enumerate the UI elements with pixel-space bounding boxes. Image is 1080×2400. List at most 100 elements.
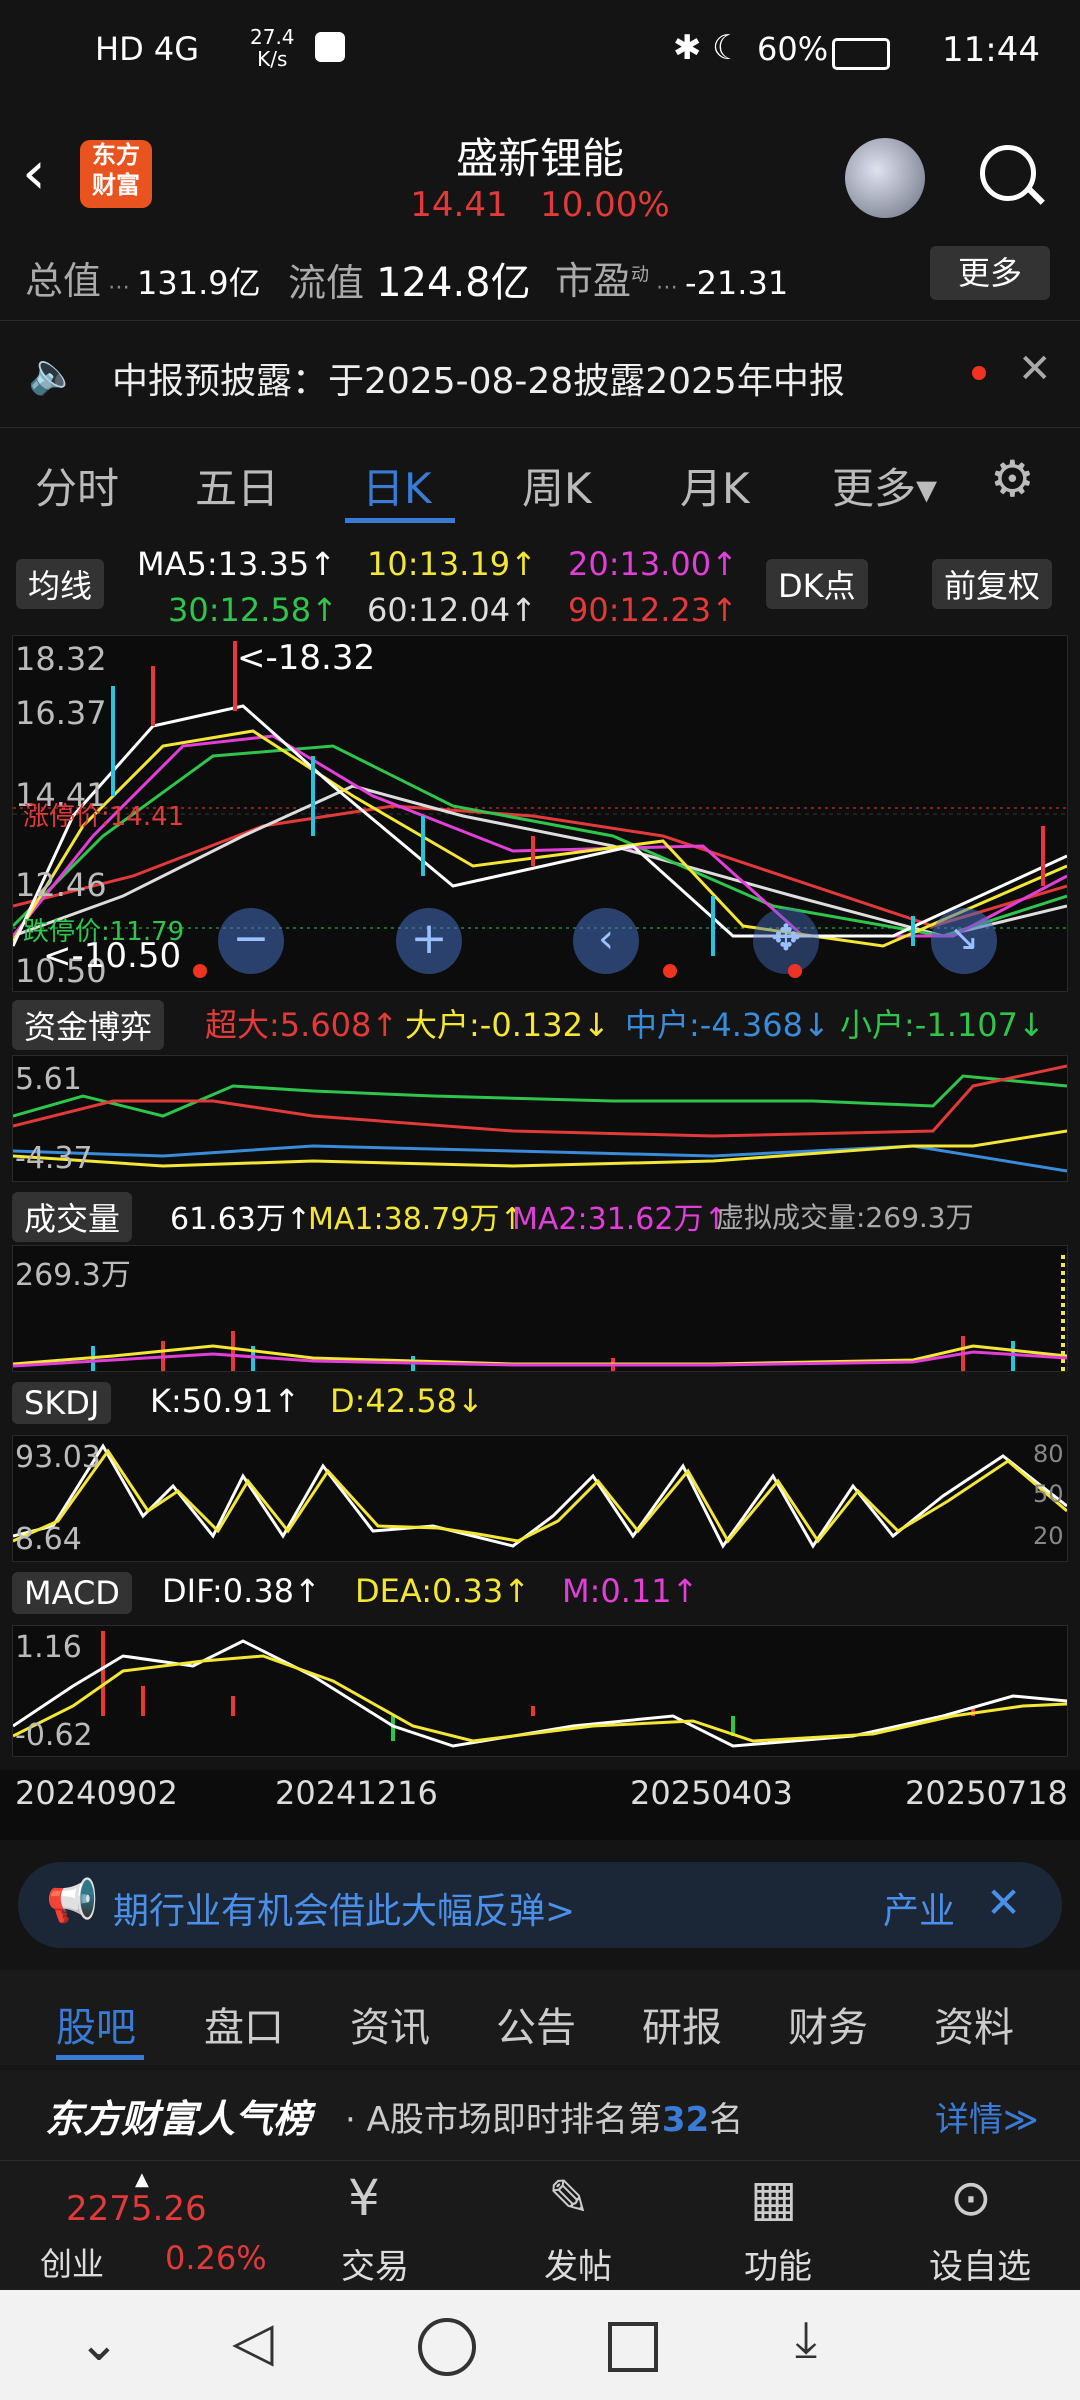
macd-legend: MACD DIF:0.38↑ DEA:0.33↑ M:0.11↑ [0,1570,1080,1620]
notifications-down-icon[interactable]: ⤓ [795,2310,817,2369]
tab-finance[interactable]: 财务 [788,1995,868,2053]
info-tabs: 股吧 盘口 资讯 公告 研报 财务 资料 [0,1970,1080,2065]
limit-up-label: 涨停价:14.41 [23,802,185,832]
high-marker: <-18.32 [237,638,376,678]
red-dot-icon [972,366,986,380]
news-banner[interactable]: 📢 期行业有机会借此大幅反弹> 产业 ✕ [18,1862,1062,1948]
back-nav-icon[interactable]: ◁ [232,2310,274,2373]
notice-text: 中报预披露：于2025-08-28披露2025年中报 [112,361,845,402]
tab-profile[interactable]: 资料 [934,1995,1014,2053]
ma30: 30:12.58↑ [168,591,338,629]
float-value: 流值 124.8亿 [288,260,531,306]
stock-price: 14.41 [410,185,508,225]
robot-assistant-icon[interactable] [845,138,925,218]
ma20: 20:13.00↑ [568,545,738,583]
date-4: 20250718 [905,1774,1068,1812]
vol-legend: 成交量 61.63万↑ MA1:38.79万↑ MA2:31.62万↑ 虚拟成交… [0,1190,1080,1242]
adjust-button[interactable]: 前复权 [932,559,1053,609]
post-button[interactable]: 发帖 [498,2239,658,2288]
scroll-left-button[interactable]: ‹ [573,908,639,974]
megaphone-icon: 📢 [46,1876,99,1925]
tab-more[interactable]: 更多▾ [832,455,937,516]
tab-announce[interactable]: 公告 [496,1995,576,2053]
banner-tag: 产业 [883,1891,956,1932]
banner-close-icon[interactable]: ✕ [986,1878,1021,1927]
recents-icon[interactable] [608,2322,658,2372]
vol-y-top: 269.3万 [15,1258,131,1293]
bluetooth-icon: ✱ [673,28,702,68]
home-icon[interactable] [418,2318,476,2376]
date-2: 20241216 [275,1774,438,1812]
limit-down-label: 跌停价:11.79 [23,917,185,947]
grid-icon[interactable]: ▦ [750,2169,797,2227]
tab-research[interactable]: 研报 [642,1995,722,2053]
y-axis-2: 16.37 [15,694,107,732]
move-button[interactable]: ✥ [753,908,819,974]
chart-tabs: 分时 五日 日K 周K 月K 更多▾ ⚙ [0,430,1080,530]
vol-ma2: MA2:31.62万↑ [512,1202,729,1237]
skdj-50: 50 [1033,1480,1064,1508]
vol-selector[interactable]: 成交量 [12,1192,133,1242]
index-change: 0.26% [165,2239,267,2277]
zoom-out-button[interactable]: − [218,908,284,974]
reset-button[interactable]: ↘ [931,908,997,974]
skdj-panel: 93.03 8.64 80 50 20 [12,1435,1068,1562]
info-tab-indicator [56,2055,144,2060]
gear-icon[interactable]: ⚙ [990,450,1035,508]
popularity-rank[interactable]: 东方财富人气榜 · A股市场即时排名第32名 详情≫ [0,2070,1080,2160]
banner-text: 期行业有机会借此大幅反弹> [113,1891,576,1932]
skdj-y-bottom: 8.64 [15,1522,82,1557]
y-axis-4: 12.46 [15,866,107,904]
kline-panel[interactable]: 18.32 16.37 14.41 12.46 10.50 <-18.32 <-… [11,635,1068,992]
tab-minute[interactable]: 分时 [35,455,119,516]
close-icon[interactable]: ✕ [1018,346,1052,392]
stock-change: 10.00% [540,185,670,225]
net-speed: 27.4 K/s [250,25,295,71]
edit-icon[interactable]: ✎ [548,2169,590,2227]
skdj-d: D:42.58↓ [330,1382,484,1420]
macd-selector[interactable]: MACD [12,1572,132,1614]
rank-detail-link[interactable]: 详情≫ [935,2092,1039,2141]
tab-weekly-k[interactable]: 周K [522,455,592,516]
tab-pankou[interactable]: 盘口 [204,1995,284,2053]
collapse-icon[interactable]: ⌄ [78,2314,120,2372]
tab-news[interactable]: 资讯 [350,1995,430,2053]
macd-dif: DIF:0.38↑ [162,1572,321,1610]
date-1: 20240902 [15,1774,178,1812]
trade-icon[interactable]: ¥ [348,2169,380,2227]
add-watch-button[interactable]: 设自选 [900,2239,1060,2288]
date-axis: 20240902 20241216 20250403 20250718 [0,1770,1080,1840]
y-axis-top: 18.32 [15,640,107,678]
volume-panel: 269.3万 [12,1245,1068,1372]
dk-point-button[interactable]: DK点 [766,559,868,609]
fund-y-bottom: -4.37 [15,1141,93,1176]
tab-guba[interactable]: 股吧 [56,1995,136,2053]
index-value[interactable]: 2275.26 [66,2189,207,2229]
fund-small: 小户:-1.107↓ [840,1006,1045,1044]
fund-mid: 中户:-4.368↓ [625,1006,830,1044]
ma-selector[interactable]: 均线 [16,559,105,609]
rank-text: · A股市场即时排名第32名 [345,2100,744,2140]
more-circle-icon[interactable]: ⊙ [950,2169,992,2227]
more-button[interactable]: 更多 [930,246,1050,300]
macd-y-top: 1.16 [15,1630,82,1665]
fund-super: 超大:5.608↑ [205,1006,399,1044]
fund-selector[interactable]: 资金博弈 [12,1000,165,1050]
notice-bar[interactable]: 🔈 中报预披露：于2025-08-28披露2025年中报 ✕ [0,322,1080,428]
index-name[interactable]: 创业 [40,2239,104,2285]
battery-icon [832,38,890,70]
ma5: MA5:13.35↑ [137,545,337,583]
stock-header: ‹ 东方 财富 盛新锂能 14.41 10.00% [0,110,1080,240]
zoom-in-button[interactable]: + [396,908,462,974]
event-dot-icon [663,964,677,978]
skdj-k: K:50.91↑ [150,1382,301,1420]
tab-daily-k[interactable]: 日K [362,455,432,516]
macd-dea: DEA:0.33↑ [355,1572,531,1610]
speaker-icon: 🔈 [28,351,78,397]
skdj-selector[interactable]: SKDJ [12,1382,112,1424]
tab-five-day[interactable]: 五日 [195,455,279,516]
vol-virtual: 虚拟成交量:269.3万 [716,1201,974,1234]
function-button[interactable]: 功能 [698,2239,858,2288]
trade-button[interactable]: 交易 [295,2239,455,2288]
tab-monthly-k[interactable]: 月K [680,455,750,516]
